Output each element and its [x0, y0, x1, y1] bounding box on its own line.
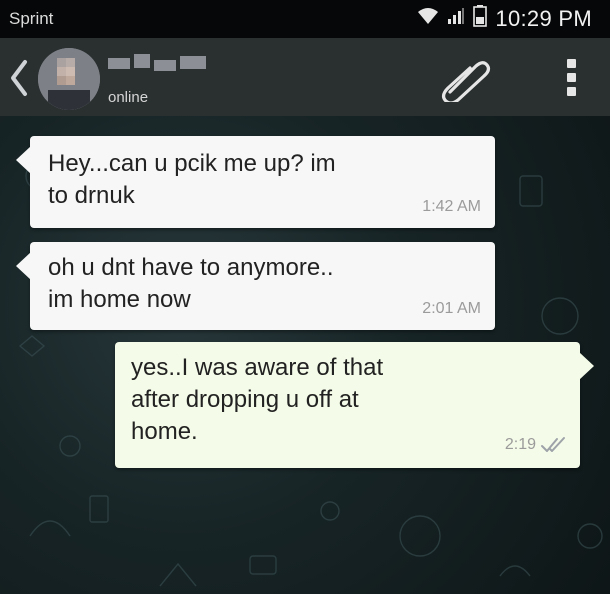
back-button[interactable] [6, 58, 32, 98]
more-vertical-icon [566, 59, 576, 68]
status-bar: Sprint 10:29 PM [0, 0, 610, 38]
avatar-pixelated-icon [38, 48, 100, 110]
message-time: 2:01 AM [422, 300, 481, 317]
signal-icon [447, 7, 465, 30]
message-time: 1:42 AM [422, 198, 481, 215]
wifi-icon [417, 7, 439, 30]
carrier-label: Sprint [9, 9, 54, 28]
attach-button[interactable] [436, 56, 492, 105]
chat-screen: Sprint 10:29 PM online Hey...can u pcik … [0, 0, 610, 594]
contact-name-redacted[interactable] [108, 54, 208, 74]
message-list[interactable]: Hey...can u pcik me up? im to drnuk 1:42… [0, 116, 610, 594]
overflow-menu-button[interactable] [560, 54, 582, 104]
status-icons: 10:29 PM [417, 5, 592, 32]
message-text: oh u dnt have to anymore.. im home now [48, 254, 334, 313]
message-bubble-incoming[interactable]: Hey...can u pcik me up? im to drnuk 1:42… [16, 136, 495, 228]
contact-avatar[interactable] [38, 48, 100, 110]
status-clock: 10:29 PM [495, 5, 592, 31]
battery-icon [473, 5, 488, 32]
message-text: Hey...can u pcik me up? im to drnuk [48, 150, 336, 209]
chevron-left-icon [11, 60, 27, 96]
message-bubble-outgoing[interactable]: yes..I was aware of that after dropping … [115, 342, 594, 468]
chat-header: online [0, 38, 610, 116]
message-time: 2:19 [504, 436, 536, 453]
message-bubble-incoming[interactable]: oh u dnt have to anymore.. im home now 2… [16, 242, 495, 330]
double-check-icon [541, 437, 565, 452]
contact-status: online [108, 89, 149, 106]
paperclip-icon [441, 61, 491, 105]
message-text: yes..I was aware of that after dropping … [131, 354, 384, 445]
